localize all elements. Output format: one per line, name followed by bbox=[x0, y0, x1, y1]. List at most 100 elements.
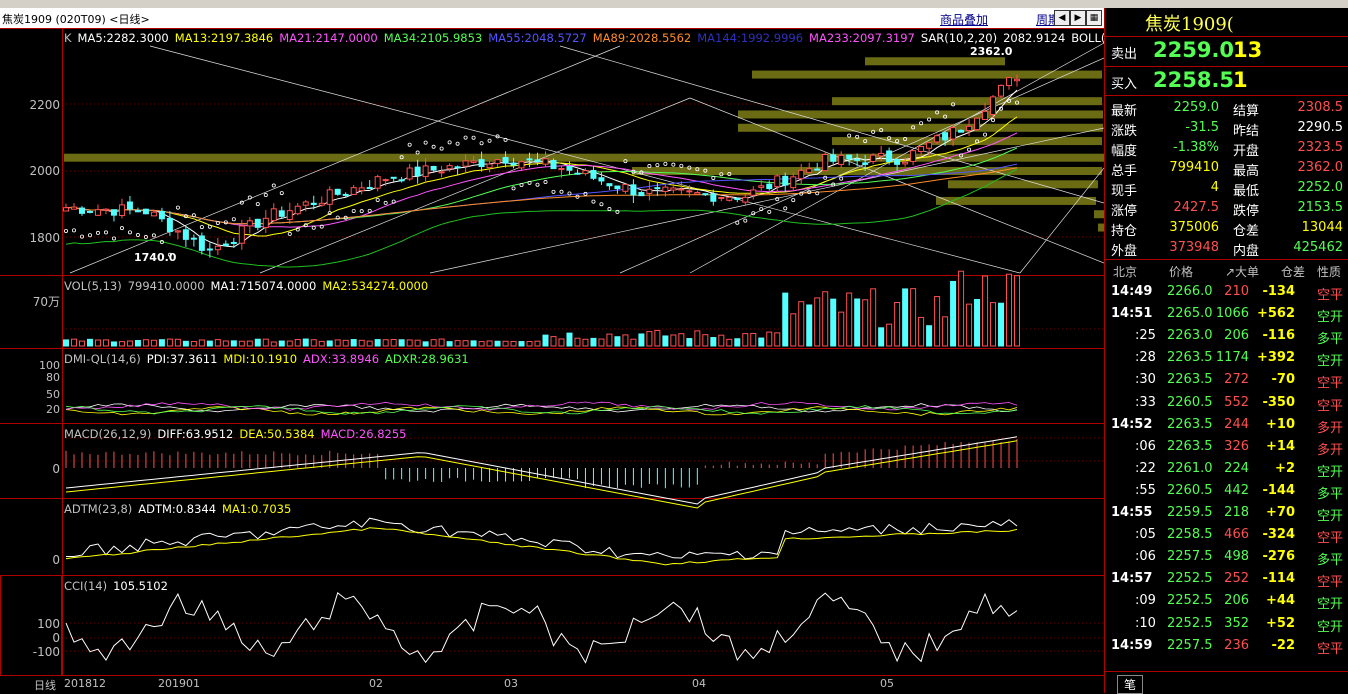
candle-body bbox=[566, 165, 573, 171]
volume-bar bbox=[814, 297, 821, 347]
sar-dot bbox=[64, 228, 69, 233]
candle-body bbox=[390, 176, 397, 179]
tab-tick[interactable]: 笔 bbox=[1117, 675, 1144, 694]
stat-cell: 仓差 bbox=[1233, 224, 1260, 239]
trade-row[interactable]: 14:57 2252.5 252 -114 空平 bbox=[1105, 568, 1348, 590]
stat-cell: 2427.5 bbox=[1173, 200, 1220, 215]
volume-bar bbox=[982, 275, 989, 347]
indicator-value: SAR(10,2,20) bbox=[920, 31, 998, 45]
y-tick: 2200 bbox=[29, 98, 60, 112]
volume-bar bbox=[350, 339, 357, 347]
trade-cell: -276 bbox=[1262, 549, 1295, 565]
trade-row[interactable]: 14:49 2266.0 210 -134 空平 bbox=[1105, 281, 1348, 303]
indicator-value: ADTM:0.8344 bbox=[138, 502, 217, 516]
trade-cell: 224 bbox=[1224, 460, 1249, 476]
stat-cell: 幅度 bbox=[1111, 144, 1138, 159]
volume-bar bbox=[254, 338, 261, 347]
trade-row[interactable]: :05 2258.5 466 -324 空平 bbox=[1105, 524, 1348, 546]
trade-row[interactable]: :06 2257.5 498 -276 多平 bbox=[1105, 546, 1348, 568]
trade-cell: 1174 bbox=[1215, 350, 1249, 366]
trade-cell: 2257.5 bbox=[1167, 637, 1213, 653]
indicator-value: DMI-QL(14,6) bbox=[64, 352, 141, 366]
candle-body bbox=[286, 210, 293, 221]
volume-bar bbox=[94, 339, 101, 347]
volume-bar bbox=[198, 339, 205, 347]
chart-window-title: 焦炭1909 (020T09) <日线> bbox=[2, 13, 150, 26]
candle-body bbox=[862, 162, 869, 165]
trade-row[interactable]: :33 2260.5 552 -350 空平 bbox=[1105, 392, 1348, 414]
trade-row[interactable]: 14:59 2257.5 236 -22 空平 bbox=[1105, 635, 1348, 657]
candle-body bbox=[870, 154, 877, 162]
trade-row[interactable]: :28 2263.5 1174 +392 空开 bbox=[1105, 347, 1348, 369]
macd-indicator-legend: MACD(26,12,9) DIFF:63.9512 DEA:50.5384 MACD… bbox=[64, 427, 412, 441]
volume-bar bbox=[302, 338, 309, 347]
trade-cell: :25 bbox=[1135, 328, 1156, 344]
volume-bar bbox=[726, 338, 733, 347]
volume-profile-bar bbox=[752, 70, 1102, 79]
volume-bar bbox=[502, 340, 509, 347]
trade-cell: 空平 bbox=[1316, 288, 1343, 303]
right-arrow-icon[interactable]: ▶ bbox=[1070, 10, 1086, 26]
buy-qty: 1 bbox=[1233, 68, 1248, 92]
sar-dot bbox=[663, 161, 668, 166]
volume-bar bbox=[958, 270, 965, 347]
volume-bar bbox=[974, 299, 981, 347]
volume-bar bbox=[694, 330, 701, 347]
sar-dot bbox=[279, 191, 284, 196]
stat-cell: 2308.5 bbox=[1297, 100, 1344, 115]
trade-row[interactable]: 14:51 2265.0 1066 +562 空开 bbox=[1105, 303, 1348, 325]
stat-row: 最新 2259.0 结算 2308.5 bbox=[1105, 98, 1348, 119]
stat-cell: 2153.5 bbox=[1297, 200, 1344, 215]
sar-dot bbox=[287, 231, 292, 236]
volume-bar bbox=[118, 341, 125, 347]
volume-profile-bar bbox=[832, 137, 1102, 146]
x-tick: 04 bbox=[692, 677, 706, 690]
trade-cell: 2252.5 bbox=[1167, 615, 1213, 631]
trade-cell: 2263.5 bbox=[1167, 438, 1213, 454]
trade-row[interactable]: :06 2263.5 326 +14 多开 bbox=[1105, 436, 1348, 458]
candle-body bbox=[726, 196, 733, 201]
stat-cell: 现手 bbox=[1111, 184, 1138, 199]
trade-cell: :06 bbox=[1135, 549, 1156, 565]
trade-cell: 空平 bbox=[1316, 376, 1343, 392]
trade-cell: 空开 bbox=[1316, 354, 1343, 370]
overlay-button[interactable]: 商品叠加 bbox=[940, 11, 988, 28]
trade-row[interactable]: :25 2263.0 206 -116 多平 bbox=[1105, 325, 1348, 347]
period-label[interactable]: 日线 bbox=[34, 677, 56, 693]
candle-body bbox=[950, 127, 957, 140]
trade-row[interactable]: :09 2252.5 206 +44 空开 bbox=[1105, 590, 1348, 612]
left-arrow-icon[interactable]: ◀ bbox=[1054, 10, 1070, 26]
candle-body bbox=[654, 187, 661, 190]
stat-cell: 2323.5 bbox=[1297, 140, 1344, 155]
dmi-line bbox=[65, 401, 1018, 411]
trade-row[interactable]: :55 2260.5 442 -144 多平 bbox=[1105, 480, 1348, 502]
volume-bar bbox=[534, 340, 541, 347]
trade-row[interactable]: :22 2261.0 224 +2 空开 bbox=[1105, 458, 1348, 480]
sar-dot bbox=[535, 182, 540, 187]
trade-row[interactable]: :10 2252.5 352 +52 空开 bbox=[1105, 613, 1348, 635]
trade-cell: 空平 bbox=[1316, 531, 1343, 547]
layout-icon[interactable]: ▦ bbox=[1086, 10, 1102, 26]
volume-bar bbox=[622, 334, 629, 347]
trade-row[interactable]: 14:55 2259.5 218 +70 空开 bbox=[1105, 502, 1348, 524]
indicator-value: ADXR:28.9631 bbox=[385, 352, 469, 366]
trade-cell: 2263.0 bbox=[1167, 328, 1213, 344]
volume-bar bbox=[318, 340, 325, 347]
volume-bar bbox=[734, 338, 741, 347]
sar-dot bbox=[367, 208, 372, 213]
chart-titlebar: 焦炭1909 (020T09) <日线> 商品叠加 周期 ◀ ▶ ▦ bbox=[0, 8, 1104, 29]
trade-cell: 2252.5 bbox=[1167, 593, 1213, 609]
stat-cell: 373948 bbox=[1169, 240, 1219, 255]
volume-bar bbox=[230, 340, 237, 347]
candle-body bbox=[414, 166, 421, 177]
sar-dot bbox=[511, 186, 516, 191]
sar-dot bbox=[271, 183, 276, 188]
candle-body bbox=[918, 146, 925, 152]
trades-list[interactable]: 14:49 2266.0 210 -134 空平 14:51 2265.0 1066 +562 空… bbox=[1105, 281, 1348, 666]
trade-row[interactable]: :30 2263.5 272 -70 空平 bbox=[1105, 369, 1348, 391]
indicator-value: ADTM(23,8) bbox=[64, 502, 133, 516]
y-tick: 100 bbox=[37, 617, 60, 631]
trade-row[interactable]: 14:52 2263.5 244 +10 多开 bbox=[1105, 414, 1348, 436]
volume-bar bbox=[478, 341, 485, 347]
candle-body bbox=[350, 187, 357, 195]
